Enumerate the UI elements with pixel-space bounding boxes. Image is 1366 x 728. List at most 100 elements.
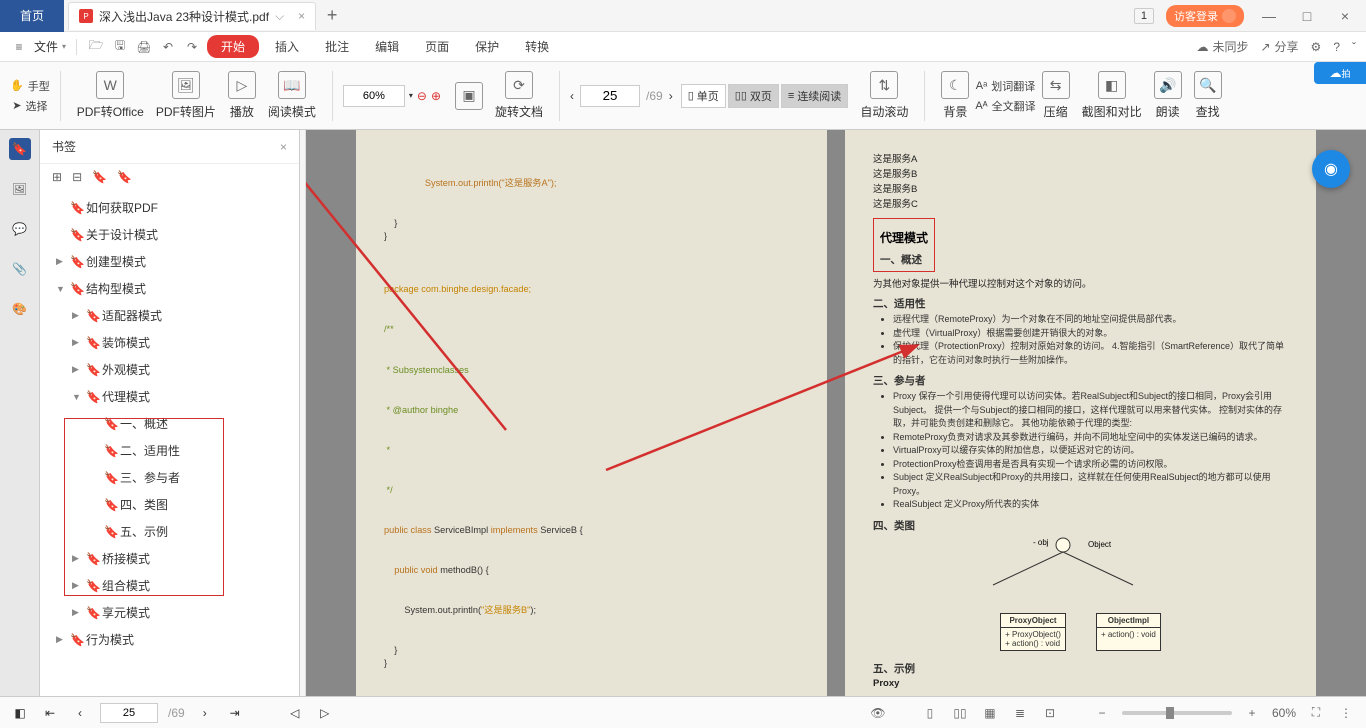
menu-page[interactable]: 页面 <box>415 35 459 58</box>
view-single-icon[interactable]: ▯ <box>920 706 940 720</box>
rotate-button[interactable]: ⟳旋转文档 <box>489 71 549 120</box>
zoom-input[interactable] <box>343 85 405 107</box>
thumbnails-tab[interactable]: 🖼 <box>9 178 31 200</box>
help-icon[interactable]: ? <box>1333 40 1340 54</box>
pdf-to-image[interactable]: 🖼PDF转图片 <box>150 71 222 120</box>
attachments-tab[interactable]: 📎 <box>9 258 31 280</box>
next-page-icon[interactable]: › <box>669 89 673 103</box>
bookmark-item[interactable]: ▶🔖外观模式 <box>40 356 299 383</box>
status-page-total: /69 <box>168 706 185 720</box>
zoom-slider[interactable] <box>1122 711 1232 715</box>
hand-tool[interactable]: ✋ 手型 <box>10 76 50 96</box>
next-page-status-icon[interactable]: › <box>195 706 215 720</box>
play-button[interactable]: ▷播放 <box>222 71 262 120</box>
sidebar-toggle-icon[interactable]: ◧ <box>10 706 30 720</box>
settings-icon[interactable]: ⚙ <box>1311 40 1322 54</box>
print-icon[interactable]: 🖨 <box>135 40 153 54</box>
tab-document[interactable]: P 深入浅出Java 23种设计模式.pdf ⌵ × <box>68 2 316 30</box>
bookmark-tool-icon[interactable]: 🔖 <box>92 170 107 184</box>
guest-login-button[interactable]: 访客登录 <box>1166 5 1244 27</box>
find[interactable]: 🔍查找 <box>1188 71 1228 120</box>
open-icon[interactable]: 🗁 <box>87 36 105 57</box>
zoom-in-icon[interactable]: ⊕ <box>431 89 441 103</box>
nav-fwd-icon[interactable]: ▷ <box>315 706 335 720</box>
nav-back-icon[interactable]: ◁ <box>285 706 305 720</box>
full-translate[interactable]: Aᴬ 全文翻译 <box>975 96 1035 116</box>
crop-tab[interactable]: 🎨 <box>9 298 31 320</box>
bookmark-item[interactable]: ▶🔖创建型模式 <box>40 248 299 275</box>
bookmark-sort-icon[interactable]: 🔖 <box>117 170 132 184</box>
save-icon[interactable]: 🖫 <box>111 36 129 57</box>
bookmark-item[interactable]: ▶🔖享元模式 <box>40 599 299 626</box>
bookmark-item[interactable]: 🔖如何获取PDF <box>40 194 299 221</box>
more-icon[interactable]: ⋮ <box>1336 706 1356 720</box>
remove-bookmark-icon[interactable]: ⊟ <box>72 170 82 184</box>
bookmarks-tab[interactable]: 🔖 <box>9 138 31 160</box>
hamburger-icon[interactable]: ≡ <box>10 40 28 54</box>
fit-icon[interactable]: ⊡ <box>1040 706 1060 720</box>
continuous-view[interactable]: ≡ 连续阅读 <box>781 84 848 108</box>
close-tab-button[interactable]: × <box>298 9 305 23</box>
select-tool[interactable]: ➤ 选择 <box>12 96 47 116</box>
menu-start[interactable]: 开始 <box>207 35 259 58</box>
tab-home[interactable]: 首页 <box>0 0 64 32</box>
screenshot-compare[interactable]: ◧截图和对比 <box>1076 71 1148 120</box>
new-tab-button[interactable]: + <box>316 5 348 26</box>
zoom-out-status[interactable]: − <box>1092 706 1112 720</box>
background[interactable]: ☾背景 <box>935 71 975 120</box>
eye-icon[interactable]: 👁 <box>868 706 888 720</box>
presentation-icon[interactable]: ⌵ <box>275 9 284 24</box>
cloud-drive-button[interactable]: ☁ 拍 <box>1314 62 1366 84</box>
menu-protect[interactable]: 保护 <box>465 35 509 58</box>
collapse-ribbon-icon[interactable]: ˇ <box>1352 40 1356 54</box>
menu-annotate[interactable]: 批注 <box>315 35 359 58</box>
zoom-in-status[interactable]: + <box>1242 706 1262 720</box>
bookmark-item[interactable]: ▶🔖装饰模式 <box>40 329 299 356</box>
redo-icon[interactable]: ↷ <box>183 40 201 54</box>
single-page-view[interactable]: ▯ 单页 <box>681 84 726 108</box>
view-cont-icon[interactable]: ≣ <box>1010 706 1030 720</box>
minimize-button[interactable]: — <box>1256 8 1282 24</box>
svg-text:Object: Object <box>1088 540 1112 549</box>
autoscroll[interactable]: ⇅自动滚动 <box>854 71 914 120</box>
bookmark-item[interactable]: ▼🔖结构型模式 <box>40 275 299 302</box>
fit-width[interactable]: ▣ <box>449 82 489 110</box>
first-page-icon[interactable]: ⇤ <box>40 706 60 720</box>
bookmark-item[interactable]: ▶🔖适配器模式 <box>40 302 299 329</box>
reading-mode[interactable]: 📖阅读模式 <box>262 71 322 120</box>
prev-page-icon[interactable]: ‹ <box>570 89 574 103</box>
comments-tab[interactable]: 💬 <box>9 218 31 240</box>
menu-convert[interactable]: 转换 <box>515 35 559 58</box>
pdf-page-left: System.out.println("这是服务A"); }} package … <box>356 130 827 696</box>
pdf-to-office[interactable]: WPDF转Office <box>71 71 150 120</box>
read-aloud[interactable]: 🔊朗读 <box>1148 71 1188 120</box>
page-input[interactable] <box>580 85 640 107</box>
sync-status[interactable]: ☁ 未同步 <box>1196 38 1248 55</box>
assistant-fab[interactable]: ◉ <box>1312 150 1350 188</box>
compress[interactable]: ⇆压缩 <box>1036 71 1076 120</box>
close-window-button[interactable]: × <box>1332 8 1358 24</box>
close-panel-button[interactable]: × <box>280 140 287 154</box>
document-title: 深入浅出Java 23种设计模式.pdf <box>99 8 269 25</box>
bookmark-item[interactable]: ▼🔖代理模式 <box>40 383 299 410</box>
prev-page-status-icon[interactable]: ‹ <box>70 706 90 720</box>
double-page-view[interactable]: ▯▯ 双页 <box>728 84 779 108</box>
undo-icon[interactable]: ↶ <box>159 40 177 54</box>
fullscreen-icon[interactable]: ⛶ <box>1306 705 1326 720</box>
bookmark-item[interactable]: ▶🔖行为模式 <box>40 626 299 653</box>
last-page-icon[interactable]: ⇥ <box>225 706 245 720</box>
status-page-input[interactable] <box>100 703 158 723</box>
menu-insert[interactable]: 插入 <box>265 35 309 58</box>
word-translate[interactable]: Aᵃ 划词翻译 <box>976 76 1035 96</box>
maximize-button[interactable]: □ <box>1294 8 1320 24</box>
add-bookmark-icon[interactable]: ⊞ <box>52 170 62 184</box>
zoom-out-icon[interactable]: ⊖ <box>417 89 427 103</box>
view-double-icon[interactable]: ▯▯ <box>950 706 970 720</box>
bookmark-item[interactable]: 🔖关于设计模式 <box>40 221 299 248</box>
uml-diagram-svg: Object - obj <box>933 535 1193 595</box>
share-button[interactable]: ↗ 分享 <box>1260 38 1298 55</box>
menu-file[interactable]: 文件▾ <box>34 38 66 55</box>
view-book-icon[interactable]: ▦ <box>980 706 1000 720</box>
menu-edit[interactable]: 编辑 <box>365 35 409 58</box>
document-viewport[interactable]: System.out.println("这是服务A"); }} package … <box>306 130 1366 696</box>
